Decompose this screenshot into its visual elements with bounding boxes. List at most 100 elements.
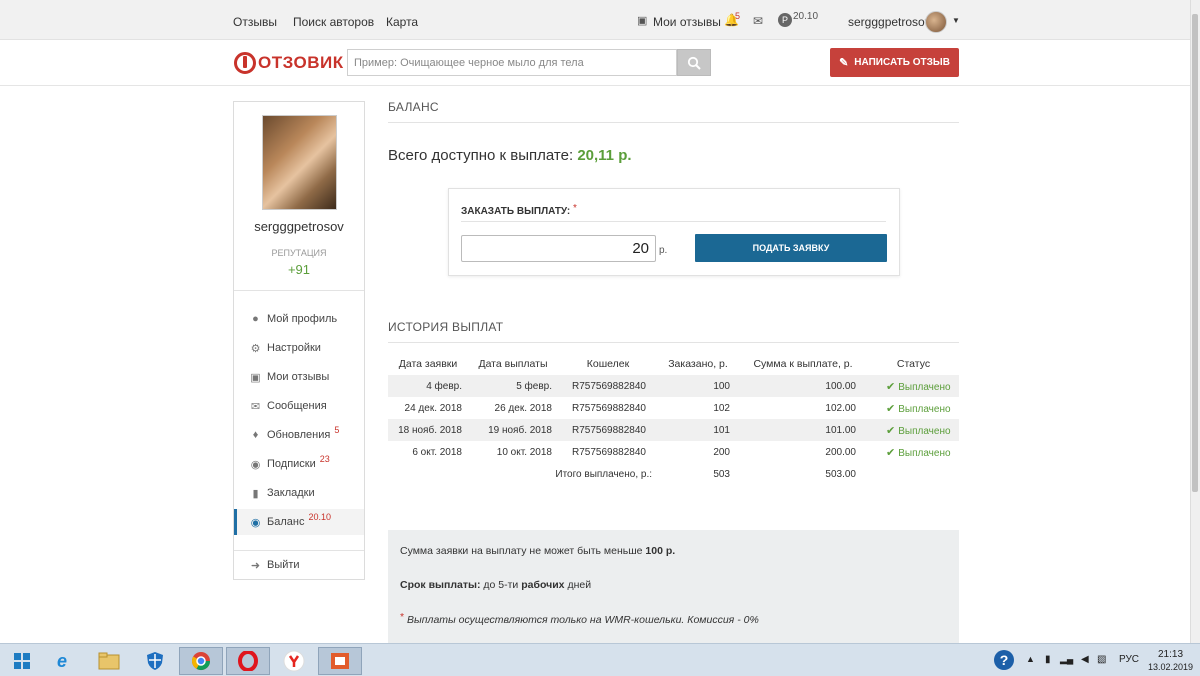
check-icon: ✔ [886, 402, 896, 415]
status-text: Выплачено [898, 403, 951, 415]
username-link[interactable]: sergggpetrosov [848, 15, 931, 29]
wmr-note: * Выплаты осуществляются только на WMR-к… [400, 611, 759, 626]
sidebar-item-label: Закладки [267, 487, 315, 499]
amount: 100.00 [738, 375, 868, 397]
updates-badge: 5 [334, 425, 340, 435]
opera-icon[interactable] [226, 647, 270, 675]
windows-start-icon[interactable] [0, 647, 44, 675]
profile-photo[interactable] [262, 115, 337, 210]
logo[interactable]: ОТЗОВИК [234, 50, 344, 76]
avatar[interactable] [925, 11, 947, 33]
ordered: 102 [713, 402, 730, 414]
sidebar-item-settings[interactable]: ⚙ Настройки [234, 335, 364, 361]
write-review-button[interactable]: ✎ НАПИСАТЬ ОТЗЫВ [830, 48, 959, 77]
request-date: 18 нояб. 2018 [388, 419, 468, 441]
available-balance: Всего доступно к выплате: 20,11 р. [388, 147, 632, 164]
bell-icon: ♦ [252, 429, 259, 441]
term-end: дней [567, 579, 592, 591]
clock-date[interactable]: 13.02.2019 [1148, 662, 1193, 672]
envelope-icon[interactable]: ✉ [753, 14, 763, 28]
sidebar-item-messages[interactable]: ✉ Сообщения [234, 393, 364, 419]
wallet: R757569882840 [572, 402, 646, 414]
yandex-browser-icon[interactable] [272, 647, 316, 675]
history-title: ИСТОРИЯ ВЫПЛАТ [388, 320, 504, 334]
logo-icon [234, 52, 256, 74]
nav-map-link[interactable]: Карта [386, 15, 418, 29]
reputation-value: +91 [287, 262, 311, 277]
sidebar-item-subscriptions[interactable]: ◉ Подписки 23 [234, 451, 364, 477]
term-label: Срок выплаты: [400, 579, 481, 591]
nav-authors-link[interactable]: Поиск авторов [293, 15, 374, 29]
battery-icon[interactable]: ▮ [1045, 654, 1051, 665]
submit-request-button[interactable]: ПОДАТЬ ЗАЯВКУ [695, 234, 887, 262]
table-header-row: Дата заявки Дата выплаты Кошелек Заказан… [388, 353, 959, 375]
presentation-app-icon[interactable] [318, 647, 362, 675]
sidebar-item-bookmarks[interactable]: ▮ Закладки [234, 480, 364, 506]
windows-taskbar: e ? ▲ ▮ ▂▄ ◀ ▧ РУС 21:13 13.02.2019 [0, 643, 1200, 676]
keyboard-icon[interactable]: ▧ [1097, 654, 1106, 665]
sidebar-username[interactable]: sergggpetrosov [234, 219, 364, 234]
scrollbar-thumb[interactable] [1192, 14, 1198, 492]
amount: 102.00 [825, 402, 856, 414]
column-header: Дата выплаты [478, 358, 548, 370]
language-indicator[interactable]: РУС [1119, 654, 1139, 665]
svg-text:?: ? [1000, 652, 1009, 668]
sidebar-item-label: Подписки [267, 458, 316, 470]
request-date: 6 окт. 2018 [412, 446, 462, 458]
wallet-icon[interactable]: Р [778, 13, 792, 27]
chevron-down-icon[interactable]: ▼ [952, 16, 960, 25]
order-label-text: ЗАКАЗАТЬ ВЫПЛАТУ: [461, 206, 571, 217]
search-button[interactable] [677, 49, 711, 76]
status-text: Выплачено [898, 381, 951, 393]
signal-icon[interactable]: ▂▄ [1060, 654, 1073, 665]
pay-date: 5 февр. [468, 375, 558, 397]
logout-link[interactable]: ➜ Выйти [234, 552, 364, 578]
divider [388, 122, 959, 123]
search-icon [687, 56, 701, 70]
sidebar-item-balance[interactable]: ◉ Баланс 20.10 [234, 509, 364, 535]
users-icon: ◉ [250, 458, 261, 471]
available-amount: 20,11 р. [577, 147, 632, 164]
currency-label: р. [659, 245, 668, 256]
clock-time[interactable]: 21:13 [1158, 649, 1183, 660]
logout-label: Выйти [267, 559, 300, 571]
top-bar: Отзывы Поиск авторов Карта ▣ Мои отзывы … [0, 0, 1190, 40]
search-input[interactable]: Пример: Очищающее черное мыло для тела [347, 49, 677, 76]
sidebar-item-profile[interactable]: ● Мой профиль [234, 306, 364, 332]
divider [461, 221, 886, 222]
amount: 200.00 [825, 446, 856, 458]
file-explorer-icon[interactable] [87, 647, 131, 675]
tray-expand-icon[interactable]: ▲ [1026, 654, 1035, 664]
sidebar-item-label: Баланс [267, 516, 305, 528]
empty-cell [868, 463, 959, 485]
nav-reviews-link[interactable]: Отзывы [233, 15, 277, 29]
status: ✔ Выплачено [868, 419, 959, 441]
help-icon[interactable]: ? [993, 649, 1015, 674]
status: ✔ Выплачено [868, 397, 959, 419]
term-text: до 5-ти [483, 579, 519, 591]
defender-shield-icon[interactable] [133, 647, 177, 675]
sidebar-item-label: Мой профиль [267, 313, 338, 325]
payout-amount-input[interactable] [461, 235, 656, 262]
term-bold: рабочих [521, 579, 565, 591]
chrome-icon[interactable] [179, 647, 223, 675]
table-row: 6 окт. 2018 10 окт. 2018 R757569882840 2… [388, 441, 959, 463]
sidebar-item-updates[interactable]: ♦ Обновления 5 [234, 422, 364, 448]
my-reviews-link[interactable]: Мои отзывы [653, 15, 721, 29]
required-mark: * [400, 611, 405, 623]
internet-explorer-icon[interactable]: e [40, 647, 84, 675]
comment-icon: ▣ [637, 15, 648, 27]
order-payout-form: ЗАКАЗАТЬ ВЫПЛАТУ: * р. ПОДАТЬ ЗАЯВКУ [448, 188, 900, 276]
balance-section: БАЛАНС [388, 100, 959, 123]
volume-icon[interactable]: ◀ [1081, 654, 1089, 665]
user-icon: ● [252, 313, 259, 325]
column-header: Заказано, р. [668, 358, 728, 370]
wallet: R757569882840 [572, 446, 646, 458]
balance-badge: 20.10 [308, 512, 331, 522]
available-label: Всего доступно к выплате: [388, 147, 574, 164]
column-header: Кошелек [586, 358, 630, 370]
sidebar-item-my-reviews[interactable]: ▣ Мои отзывы [234, 364, 364, 390]
min-amount-note: Сумма заявки на выплату не может быть ме… [400, 545, 675, 557]
min-value: 100 р. [645, 545, 676, 557]
write-review-label: НАПИСАТЬ ОТЗЫВ [854, 57, 950, 68]
